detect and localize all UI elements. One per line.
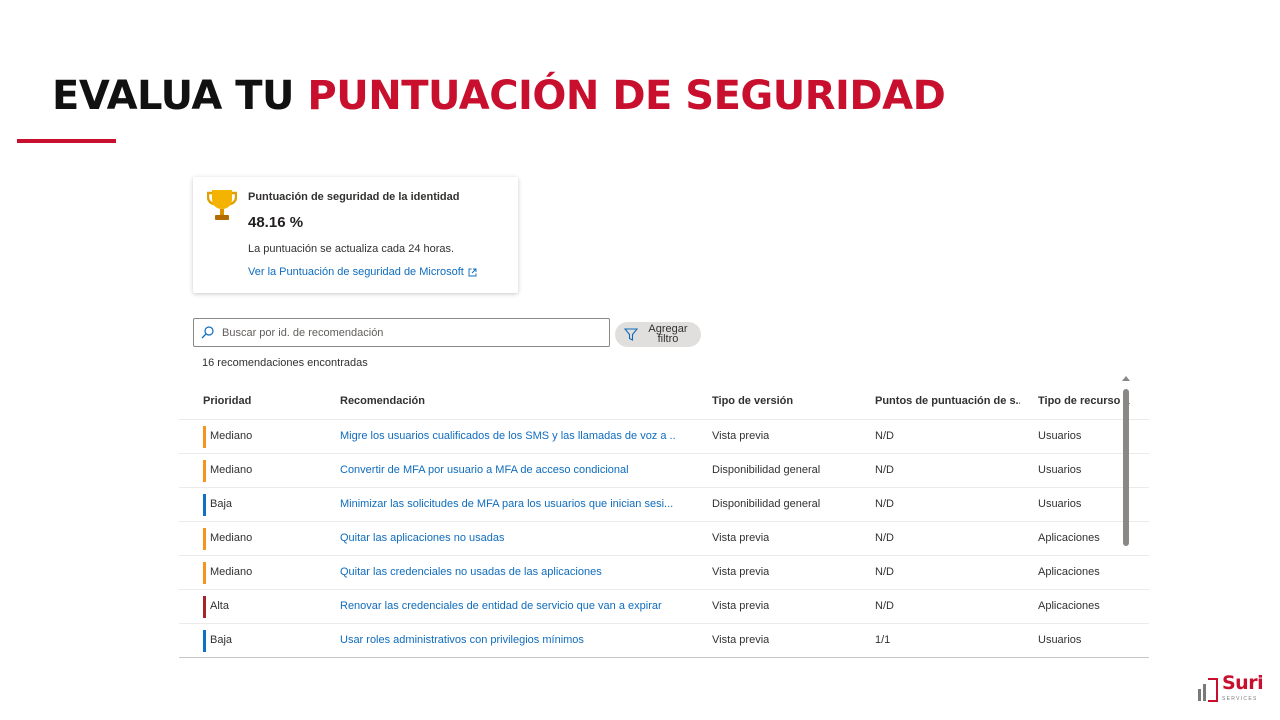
external-link-icon bbox=[468, 268, 477, 277]
recommendation-link[interactable]: Convertir de MFA por usuario a MFA de ac… bbox=[340, 464, 675, 476]
logo-subtitle: SERVICES bbox=[1222, 696, 1258, 702]
column-header-priority[interactable]: Prioridad bbox=[203, 395, 251, 407]
identity-score-card: Puntuación de seguridad de la identidad … bbox=[193, 177, 518, 293]
priority-cell: Mediano bbox=[210, 464, 253, 476]
results-count: 16 recomendaciones encontradas bbox=[202, 357, 368, 369]
resource-type-cell: Usuarios bbox=[1038, 498, 1082, 510]
score-card-title: Puntuación de seguridad de la identidad bbox=[248, 191, 460, 203]
score-points-cell: N/D bbox=[875, 498, 894, 510]
score-points-cell: N/D bbox=[875, 430, 894, 442]
column-header-recommendation[interactable]: Recomendación bbox=[340, 395, 675, 407]
version-type-cell: Vista previa bbox=[712, 430, 770, 442]
table-row[interactable]: Mediano Quitar las aplicaciones no usada… bbox=[179, 522, 1149, 556]
priority-cell: Baja bbox=[210, 498, 233, 510]
secure-score-link-label: Ver la Puntuación de seguridad de Micros… bbox=[248, 266, 464, 278]
priority-indicator bbox=[203, 596, 206, 618]
resource-type-cell: Usuarios bbox=[1038, 430, 1082, 442]
resource-type-cell: Usuarios bbox=[1038, 464, 1082, 476]
column-header-resource-type[interactable]: Tipo de recurso a bbox=[1038, 395, 1135, 407]
column-header-version-type[interactable]: Tipo de versión bbox=[712, 395, 793, 407]
version-type-cell: Disponibilidad general bbox=[712, 498, 821, 510]
recommendation-link[interactable]: Quitar las credenciales no usadas de las… bbox=[340, 566, 675, 578]
add-filter-label: Agregar filtro bbox=[648, 323, 688, 345]
priority-cell: Baja bbox=[210, 634, 233, 646]
add-filter-button[interactable]: Agregar filtro bbox=[615, 322, 701, 347]
scrollbar-thumb[interactable] bbox=[1123, 389, 1129, 546]
score-update-note: La puntuación se actualiza cada 24 horas… bbox=[248, 243, 455, 255]
table-row[interactable]: Mediano Migre los usuarios cualificados … bbox=[179, 420, 1149, 454]
recommendation-link[interactable]: Minimizar las solicitudes de MFA para lo… bbox=[340, 498, 675, 510]
table-row[interactable]: Baja Usar roles administrativos con priv… bbox=[179, 624, 1149, 658]
table-row[interactable]: Mediano Convertir de MFA por usuario a M… bbox=[179, 454, 1149, 488]
search-box[interactable] bbox=[193, 318, 610, 347]
filter-icon bbox=[624, 328, 638, 341]
score-value: 48.16 % bbox=[248, 214, 304, 231]
resource-type-cell: Aplicaciones bbox=[1038, 532, 1100, 544]
priority-cell: Mediano bbox=[210, 532, 253, 544]
recommendation-link[interactable]: Migre los usuarios cualificados de los S… bbox=[340, 430, 675, 442]
table-header: Prioridad Recomendación Tipo de versión … bbox=[179, 381, 1149, 420]
trophy-icon bbox=[207, 190, 237, 220]
resource-type-cell: Usuarios bbox=[1038, 634, 1082, 646]
logo-name: Suri bbox=[1222, 672, 1264, 694]
version-type-cell: Disponibilidad general bbox=[712, 464, 821, 476]
version-type-cell: Vista previa bbox=[712, 600, 770, 612]
slide-title-part2: PUNTUACIÓN DE SEGURIDAD bbox=[307, 73, 946, 119]
scroll-up-arrow[interactable] bbox=[1122, 376, 1130, 381]
title-underline bbox=[17, 139, 116, 143]
priority-indicator bbox=[203, 494, 206, 516]
priority-cell: Mediano bbox=[210, 566, 253, 578]
table-row[interactable]: Alta Renovar las credenciales de entidad… bbox=[179, 590, 1149, 624]
score-points-cell: N/D bbox=[875, 464, 894, 476]
score-points-cell: 1/1 bbox=[875, 634, 891, 646]
score-points-cell: N/D bbox=[875, 532, 894, 544]
priority-cell: Alta bbox=[210, 600, 229, 612]
recommendations-table: Prioridad Recomendación Tipo de versión … bbox=[179, 381, 1149, 658]
version-type-cell: Vista previa bbox=[712, 532, 770, 544]
priority-indicator bbox=[203, 562, 206, 584]
resource-type-cell: Aplicaciones bbox=[1038, 566, 1100, 578]
table-row[interactable]: Baja Minimizar las solicitudes de MFA pa… bbox=[179, 488, 1149, 522]
slide-title-part1: EVALUA TU bbox=[52, 73, 294, 119]
priority-indicator bbox=[203, 630, 206, 652]
slide-title: EVALUA TU PUNTUACIÓN DE SEGURIDAD bbox=[52, 73, 946, 119]
version-type-cell: Vista previa bbox=[712, 634, 770, 646]
priority-indicator bbox=[203, 528, 206, 550]
recommendation-link[interactable]: Quitar las aplicaciones no usadas bbox=[340, 532, 675, 544]
priority-indicator bbox=[203, 426, 206, 448]
microsoft-secure-score-link[interactable]: Ver la Puntuación de seguridad de Micros… bbox=[248, 266, 477, 278]
score-points-cell: N/D bbox=[875, 566, 894, 578]
priority-indicator bbox=[203, 460, 206, 482]
suri-services-logo: Suri SERVICES bbox=[1197, 672, 1265, 706]
score-points-cell: N/D bbox=[875, 600, 894, 612]
bar-chart-icon bbox=[1198, 678, 1218, 702]
column-header-score-points[interactable]: Puntos de puntuación de s... bbox=[875, 395, 1020, 407]
search-icon bbox=[201, 326, 214, 339]
priority-cell: Mediano bbox=[210, 430, 253, 442]
table-row[interactable]: Mediano Quitar las credenciales no usada… bbox=[179, 556, 1149, 590]
version-type-cell: Vista previa bbox=[712, 566, 770, 578]
search-input[interactable] bbox=[222, 324, 597, 342]
recommendation-link[interactable]: Usar roles administrativos con privilegi… bbox=[340, 634, 675, 646]
resource-type-cell: Aplicaciones bbox=[1038, 600, 1100, 612]
recommendation-link[interactable]: Renovar las credenciales de entidad de s… bbox=[340, 600, 675, 612]
